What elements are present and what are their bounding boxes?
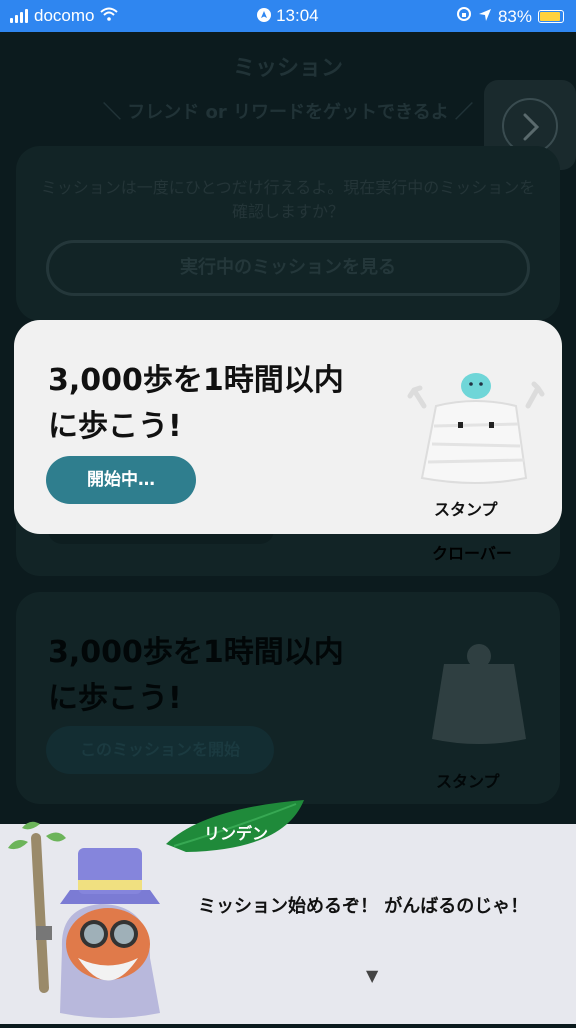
wizard-character-icon <box>0 808 200 1028</box>
speaker-name: リンデン <box>204 824 269 843</box>
active-mission-info-card: ミッションは一度にひとつだけ行えるよ。現在実行中のミッションを確認しますか？ 実… <box>16 146 560 321</box>
mission-title-line2: に歩こう! <box>48 681 182 716</box>
navigation-active-icon <box>257 6 276 25</box>
mission-title-line1: 3,000歩を1時間以内 <box>48 363 344 398</box>
reward-label: スタンプ <box>436 772 500 791</box>
tofu-ghost-mascot-icon <box>406 366 546 490</box>
mission-started-card: 3,000歩を1時間以内 に歩こう! 開始中… スタンプ <box>14 320 562 534</box>
status-right: 83% <box>456 6 564 27</box>
time: 13:04 <box>276 6 319 25</box>
mission-card-stamp: 3,000歩を1時間以内 に歩こう! このミッションを開始 スタンプ <box>16 592 560 804</box>
start-mission-button[interactable]: このミッションを開始 <box>46 726 274 774</box>
tofu-ghost-mascot-icon <box>414 644 544 758</box>
reward-label: クローバー <box>432 544 512 563</box>
mission-title: 3,000歩を1時間以内 に歩こう! <box>48 358 344 450</box>
mission-title-line2: に歩こう! <box>48 409 182 444</box>
mission-title: 3,000歩を1時間以内 に歩こう! <box>48 630 344 722</box>
info-text: ミッションは一度にひとつだけ行えるよ。現在実行中のミッションを確認しますか？ <box>40 178 536 221</box>
dialog-message: ミッション始めるぞ！ がんばるのじゃ！ <box>198 896 529 917</box>
status-bar: docomo 13:04 83% <box>0 0 576 32</box>
battery-percent: 83% <box>497 6 532 26</box>
rotation-lock-icon <box>456 6 472 27</box>
view-active-mission-button[interactable]: 実行中のミッションを見る <box>46 240 530 296</box>
location-icon <box>478 7 492 27</box>
mission-title-line1: 3,000歩を1時間以内 <box>48 635 344 670</box>
reward-label: スタンプ <box>434 500 498 519</box>
mission-in-progress-button[interactable]: 開始中… <box>46 456 196 504</box>
next-arrow-icon[interactable]: ▼ <box>366 966 378 985</box>
page-title: ミッション <box>232 56 343 81</box>
battery-icon <box>538 10 564 23</box>
